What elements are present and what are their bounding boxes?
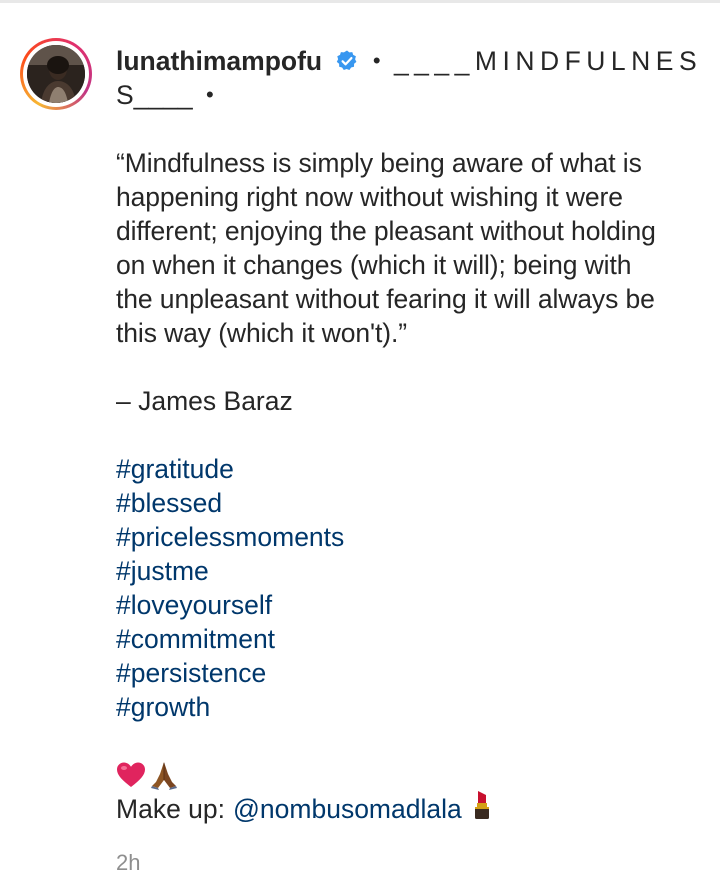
lipstick-emoji-icon — [472, 789, 492, 829]
quote-line: “Mindfulness is simply being aware of wh… — [116, 148, 642, 178]
hashtag-list: #gratitude #blessed #pricelessmoments #j… — [116, 452, 686, 724]
makeup-credit: Make up: @nombusomadlala — [116, 789, 686, 829]
hashtag-link[interactable]: #pricelessmoments — [116, 520, 686, 554]
quote-line: happening right now without wishing it w… — [116, 182, 623, 212]
avatar-photo-icon — [27, 45, 85, 103]
heart-emoji-icon — [117, 762, 145, 787]
caption: lunathimampofu • ____MINDFULNES S____ • … — [116, 44, 697, 829]
hashtag-link[interactable]: #gratitude — [116, 452, 686, 486]
verified-badge-icon — [337, 50, 357, 70]
quote-text: “Mindfulness is simply being aware of wh… — [116, 146, 686, 350]
hashtag-link[interactable]: #justme — [116, 554, 686, 588]
caption-header: lunathimampofu • ____MINDFULNES — [116, 44, 697, 78]
title-dot: • — [206, 82, 214, 107]
separator-dot: • — [372, 48, 381, 73]
caption-title: ____MINDFULNES — [393, 46, 703, 76]
hashtag-link[interactable]: #blessed — [116, 486, 686, 520]
hashtag-link[interactable]: #commitment — [116, 622, 686, 656]
quote-line: this way (which it won't).” — [116, 318, 407, 348]
avatar[interactable] — [27, 45, 85, 103]
praying-hands-emoji-icon — [151, 762, 177, 790]
quote-attribution: – James Baraz — [116, 386, 293, 416]
post-timestamp: 2h — [116, 850, 141, 875]
mention-link[interactable]: @nombusomadlala — [233, 792, 462, 826]
username-link[interactable]: lunathimampofu — [116, 46, 322, 76]
quote-line: the unpleasant without fearing it will a… — [116, 284, 655, 314]
emoji-row — [116, 758, 686, 792]
hashtag-link[interactable]: #persistence — [116, 656, 686, 690]
hashtag-link[interactable]: #loveyourself — [116, 588, 686, 622]
top-divider — [0, 0, 720, 3]
quote-line: on when it changes (which it will); bein… — [116, 250, 632, 280]
makeup-label: Make up: — [116, 794, 226, 824]
avatar-story-ring[interactable] — [20, 38, 92, 110]
hashtag-link[interactable]: #growth — [116, 690, 686, 724]
quote-line: different; enjoying the pleasant without… — [116, 216, 656, 246]
caption-title-tail: S____ — [116, 80, 193, 110]
caption-title-continued: S____ • — [116, 78, 686, 112]
